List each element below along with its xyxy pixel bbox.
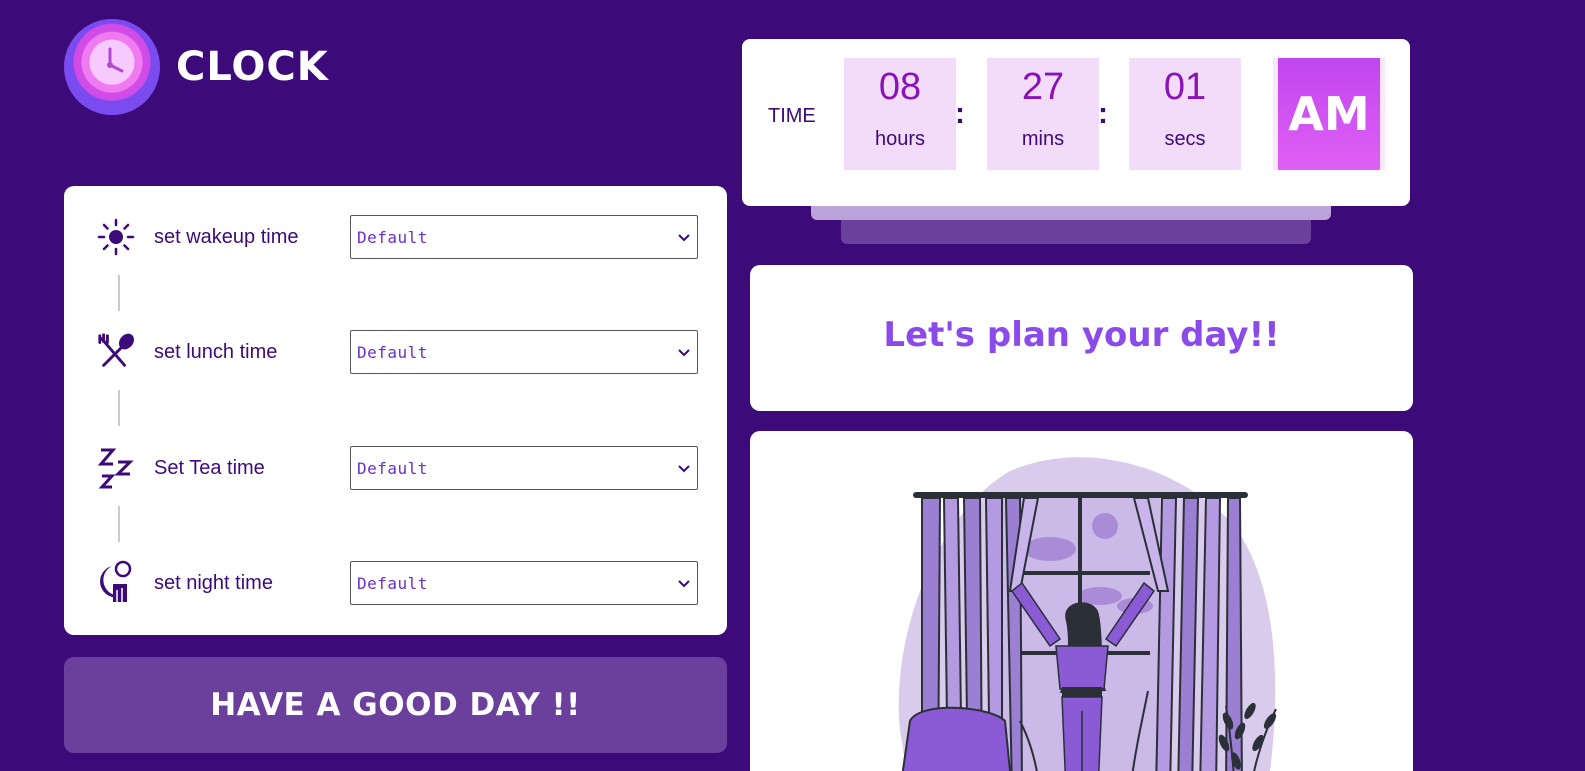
timeline-connector — [118, 390, 120, 426]
lunch-select-value: Default — [357, 342, 428, 362]
mins-box: 27 mins — [987, 58, 1099, 170]
alarm-settings-card: set wakeup time Default set lunch time D… — [64, 186, 727, 635]
alarm-row-tea: Set Tea time Default — [64, 445, 727, 491]
mins-value: 27 — [1021, 66, 1065, 108]
plan-card: Let's plan your day!! — [750, 265, 1413, 411]
timeline-connector — [118, 275, 120, 311]
night-time-select[interactable]: Default — [350, 561, 698, 605]
alarm-row-night: set night time Default — [64, 560, 727, 606]
time-separator: : — [955, 97, 965, 130]
wakeup-select-value: Default — [357, 227, 428, 247]
mins-unit: mins — [1021, 128, 1065, 150]
hours-box: 08 hours — [844, 58, 956, 170]
woman-at-window-illustration — [898, 457, 1277, 771]
app-title: CLOCK — [176, 44, 329, 90]
good-day-banner: HAVE A GOOD DAY !! — [64, 657, 727, 753]
lunch-time-select[interactable]: Default — [350, 330, 698, 374]
timeline-connector — [118, 506, 120, 542]
tea-select-value: Default — [357, 458, 428, 478]
banner-text: HAVE A GOOD DAY !! — [210, 687, 581, 723]
wakeup-time-select[interactable]: Default — [350, 215, 698, 259]
night-select-value: Default — [357, 573, 428, 593]
clock-logo-icon — [64, 19, 160, 115]
tea-time-select[interactable]: Default — [350, 446, 698, 490]
app-logo: CLOCK — [64, 19, 329, 115]
wakeup-label: set wakeup time — [154, 225, 299, 248]
ampm-indicator: AM — [1278, 58, 1380, 170]
sun-icon — [96, 215, 136, 259]
ampm-wrapper: AM — [1273, 58, 1385, 170]
secs-value: 01 — [1163, 66, 1207, 108]
time-label: TIME — [768, 105, 816, 127]
secs-box: 01 secs — [1129, 58, 1241, 170]
chevron-down-icon — [678, 234, 690, 242]
hours-value: 08 — [878, 66, 922, 108]
plan-heading: Let's plan your day!! — [883, 315, 1280, 355]
chevron-down-icon — [678, 465, 690, 473]
zzz-icon — [96, 446, 136, 490]
chevron-down-icon — [678, 349, 690, 357]
illustration-card — [750, 431, 1413, 771]
time-separator: : — [1098, 97, 1108, 130]
fork-spoon-icon — [96, 330, 136, 374]
tea-label: Set Tea time — [154, 456, 265, 479]
lunch-label: set lunch time — [154, 340, 278, 363]
time-display-card: TIME 08 hours : 27 mins : 01 secs AM — [742, 39, 1410, 206]
alarm-row-wakeup: set wakeup time Default — [64, 214, 727, 260]
hours-unit: hours — [874, 128, 926, 150]
chevron-down-icon — [678, 580, 690, 588]
moon-icon — [96, 560, 136, 605]
night-label: set night time — [154, 571, 273, 594]
alarm-row-lunch: set lunch time Default — [64, 329, 727, 375]
secs-unit: secs — [1164, 128, 1206, 150]
